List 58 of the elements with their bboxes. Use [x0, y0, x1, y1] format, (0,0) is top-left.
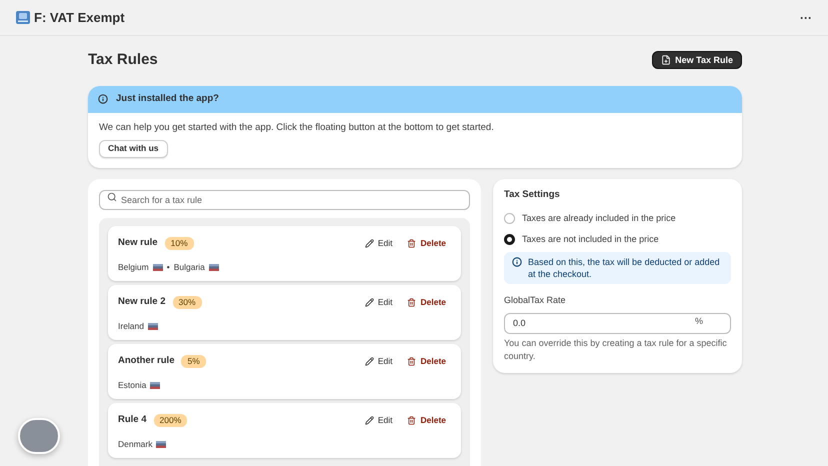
edit-button[interactable]: Edit: [364, 414, 392, 427]
banner-title: Just installed the app?: [116, 92, 219, 106]
rule-name: New rule: [118, 236, 158, 250]
rule-name: Another rule: [118, 354, 174, 368]
window-title: F: VAT Exempt: [34, 8, 125, 27]
edit-button[interactable]: Edit: [364, 237, 392, 250]
notice-text: Based on this, the tax will be deducted or added at the checkout.: [528, 256, 721, 280]
flag-icon: [148, 322, 158, 330]
banner-text: We can help you get started with the app. Click the floating button at the bottom to get started.: [99, 120, 495, 134]
chat-with-us-button[interactable]: Chat with us: [99, 140, 168, 158]
country-name: Belgium: [118, 260, 149, 274]
country-name: Ireland: [118, 320, 144, 332]
radio-label: Taxes are not included in the price: [522, 233, 659, 246]
rate-badge: 5%: [181, 355, 206, 368]
file-plus-icon: [661, 55, 672, 66]
percent-suffix: %: [694, 315, 703, 328]
delete-button[interactable]: Delete: [407, 355, 446, 368]
help-text: You can override this by creating a tax rule for a specific country.: [504, 337, 728, 364]
edit-button[interactable]: Edit: [364, 296, 392, 309]
rule-name: Rule 4: [118, 413, 147, 428]
flag-icon: [152, 264, 163, 270]
radio-button[interactable]: [504, 234, 515, 246]
rate-badge: 10%: [164, 237, 194, 250]
new-tax-rule-button[interactable]: New Tax Rule: [652, 51, 742, 70]
info-icon: [98, 94, 108, 104]
radio-label: Taxes are already included in the price: [522, 212, 676, 225]
app-logo-icon: [16, 11, 30, 24]
pencil-icon: [364, 416, 374, 425]
rule-name: New rule 2: [118, 295, 166, 310]
country-name: Estonia: [118, 378, 146, 392]
more-menu-button[interactable]: ···: [800, 12, 812, 24]
rate-badge: 200%: [154, 414, 188, 427]
separator-dot: •: [166, 260, 170, 274]
avatar-placeholder[interactable]: [18, 418, 60, 454]
delete-button[interactable]: Delete: [407, 414, 446, 427]
flag-icon: [150, 382, 160, 388]
delete-button[interactable]: Delete: [407, 237, 446, 250]
country-name: Denmark: [118, 438, 152, 450]
rate-badge: 30%: [172, 296, 202, 309]
country-name: Bulgaria: [174, 260, 205, 274]
pencil-icon: [364, 357, 374, 366]
search-icon: [107, 192, 117, 202]
radio-button[interactable]: [504, 212, 515, 224]
info-icon: [512, 256, 522, 267]
flag-icon: [208, 264, 219, 270]
flag-icon: [156, 440, 166, 448]
settings-title: Tax Settings: [504, 188, 561, 202]
pencil-icon: [364, 298, 374, 307]
trash-icon: [407, 239, 416, 248]
rate-label: GlobalTax Rate: [504, 294, 567, 307]
page-title: Tax Rules: [88, 50, 158, 70]
delete-button[interactable]: Delete: [407, 296, 446, 309]
trash-icon: [407, 416, 416, 425]
edit-button[interactable]: Edit: [364, 355, 392, 368]
trash-icon: [407, 298, 416, 307]
trash-icon: [407, 357, 416, 366]
pencil-icon: [364, 239, 374, 248]
search-field[interactable]: Search for a tax rule: [99, 190, 470, 210]
